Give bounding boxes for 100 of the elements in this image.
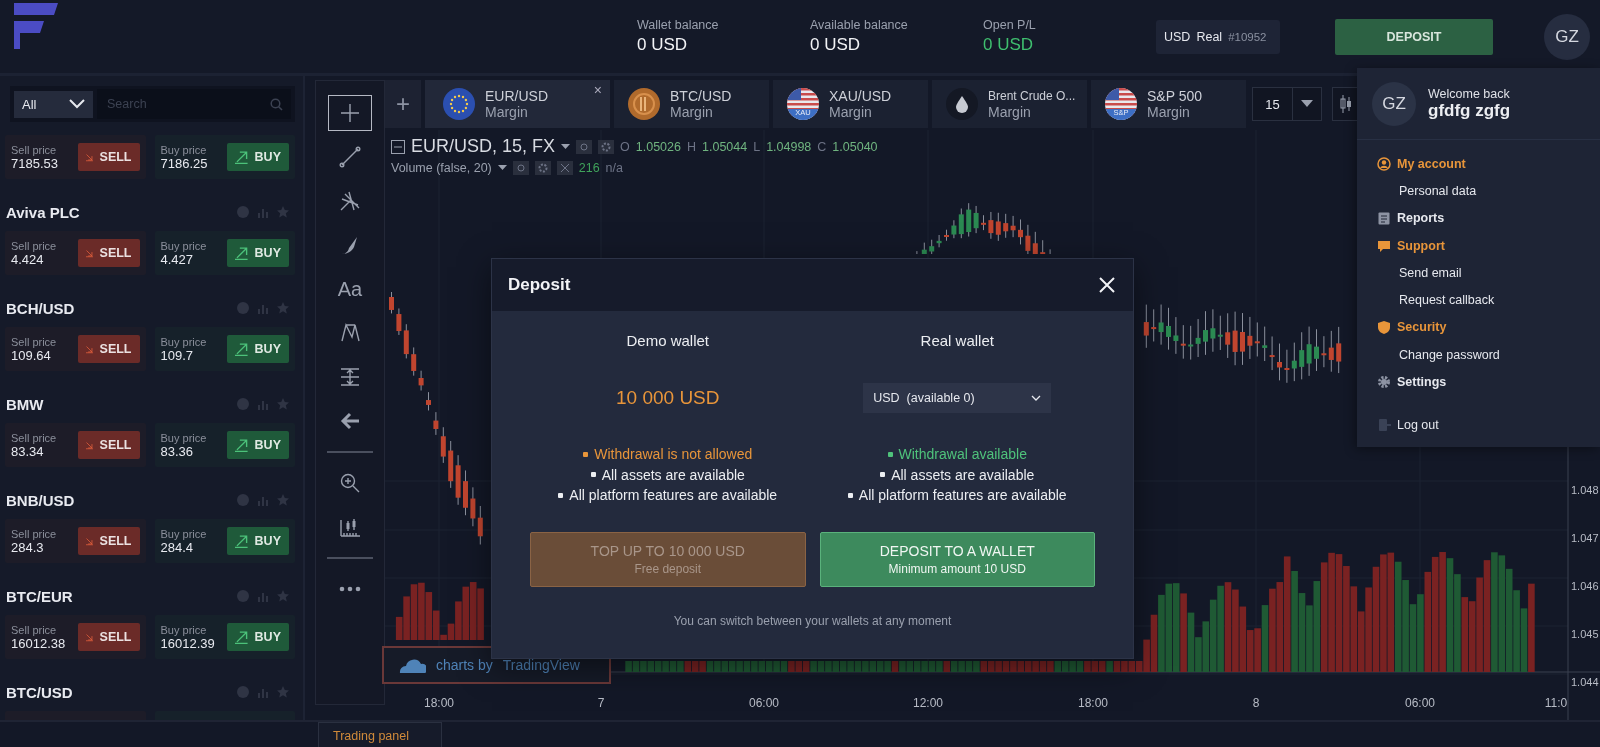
- feature-text: Withdrawal available: [898, 445, 1027, 464]
- asset-name: Aviva PLC: [6, 203, 80, 221]
- tab-type: Margin: [485, 104, 529, 120]
- price-label: Sell price: [11, 527, 58, 540]
- price-value: 284.3: [11, 539, 44, 555]
- price-label: Buy price: [160, 527, 208, 540]
- wallet-dropdown[interactable]: USD (available 0): [863, 383, 1052, 413]
- menu-item[interactable]: My account: [1377, 150, 1600, 178]
- tab-symbol: S&P 500: [1147, 88, 1202, 104]
- asset-name: BNB/USD: [6, 491, 75, 509]
- time-axis-label: 06:00: [1405, 696, 1435, 710]
- asset-name: BTC/USD: [6, 683, 73, 701]
- sell-button[interactable]: SELL: [77, 335, 140, 363]
- add-tab-button[interactable]: +: [385, 80, 421, 128]
- avatar-icon: GZ: [1372, 81, 1416, 126]
- feature-text: Withdrawal is not allowed: [594, 445, 753, 464]
- tab-type: Margin: [1147, 104, 1191, 120]
- buy-button[interactable]: BUY: [227, 431, 289, 459]
- price-value: 7186.25: [160, 155, 209, 171]
- price-label: Buy price: [160, 623, 208, 636]
- search-field[interactable]: Search: [97, 89, 291, 119]
- chart-tab[interactable]: BTC/USD Margin: [614, 80, 769, 128]
- price-value: 109.7: [160, 347, 194, 363]
- account-selector[interactable]: USD Real #10952: [1156, 19, 1280, 54]
- chart-tab[interactable]: EUR/USD Margin ×: [425, 80, 610, 128]
- balance-label: Open P/L: [983, 18, 1037, 32]
- chart-tab[interactable]: Brent Crude O... Margin: [932, 80, 1087, 128]
- avatar-button[interactable]: GZ: [1544, 13, 1590, 60]
- deposit-wallet-button[interactable]: DEPOSIT TO A WALLET Minimum amount 10 USD: [819, 531, 1095, 587]
- menu-item[interactable]: Support: [1377, 231, 1600, 260]
- menu-item[interactable]: Security: [1377, 313, 1600, 342]
- dialog-title: Deposit: [508, 275, 571, 295]
- feature-text: All assets are available: [891, 465, 1035, 485]
- price-value: 16012.38: [11, 635, 67, 651]
- price-label: Sell price: [11, 143, 58, 156]
- interval-selector[interactable]: 15: [1252, 87, 1322, 121]
- balance-label: Available balance: [810, 18, 909, 32]
- time-axis-label: 8: [1252, 696, 1260, 710]
- text-tool-button[interactable]: Aa: [331, 271, 369, 307]
- menu-item[interactable]: Reports: [1377, 204, 1600, 232]
- price-label: Sell price: [11, 335, 58, 348]
- buy-button[interactable]: BUY: [227, 143, 289, 171]
- asset-name: BCH/USD: [6, 299, 75, 317]
- balance-value: 0 USD: [637, 35, 689, 55]
- price-label: Buy price: [160, 143, 208, 156]
- volume-extra: n/a: [605, 161, 623, 175]
- price-axis-label: 1.045: [1571, 628, 1599, 640]
- volume-value: 216: [578, 161, 600, 175]
- submenu-item[interactable]: Send email: [1377, 259, 1600, 287]
- feature-text: All platform features are available: [858, 486, 1067, 505]
- volume-label[interactable]: Volume (false, 20): [391, 161, 492, 175]
- price-label: Buy price: [160, 335, 208, 348]
- close-tab-button[interactable]: ×: [593, 82, 602, 98]
- ohlc-key: L: [753, 139, 761, 154]
- price-axis-label: 1.048: [1571, 484, 1599, 496]
- time-axis-label: 11:0: [1544, 696, 1568, 710]
- submenu-item[interactable]: Personal data: [1377, 177, 1600, 205]
- filter-dropdown[interactable]: All: [14, 90, 93, 118]
- price-axis-label: 1.044: [1571, 676, 1599, 688]
- search-input[interactable]: Search: [105, 96, 270, 112]
- wallet-switch-note: You can switch between your wallets at any moment: [672, 613, 953, 628]
- price-label: Sell price: [11, 239, 58, 252]
- price-label: Buy price: [160, 239, 208, 252]
- balance-value: 0 USD: [983, 35, 1035, 55]
- sell-button[interactable]: SELL: [77, 431, 140, 459]
- asset-name: BTC/EUR: [6, 587, 73, 605]
- sell-button[interactable]: SELL: [77, 143, 140, 171]
- demo-balance: 10 000 USD: [616, 387, 720, 409]
- trading-panel-tab[interactable]: Trading panel: [318, 722, 442, 747]
- tab-type: Margin: [988, 104, 1032, 120]
- price-value: 284.4: [160, 539, 194, 555]
- sell-button[interactable]: SELL: [77, 527, 140, 555]
- price-value: 16012.39: [160, 635, 216, 651]
- ohlc-value: 1.05044: [702, 139, 748, 154]
- tab-symbol: EUR/USD: [485, 88, 548, 104]
- wallet-title: Real wallet: [920, 331, 994, 351]
- buy-button[interactable]: BUY: [227, 335, 289, 363]
- deposit-button[interactable]: DEPOSIT: [1335, 18, 1493, 55]
- buy-button[interactable]: BUY: [227, 623, 289, 651]
- buy-button[interactable]: BUY: [227, 239, 289, 267]
- menu-item[interactable]: Log out: [1377, 411, 1600, 439]
- tab-type: Margin: [670, 104, 714, 120]
- greeting-text: Welcome back: [1428, 86, 1511, 101]
- price-value: 4.427: [160, 251, 194, 267]
- buy-button[interactable]: BUY: [227, 527, 289, 555]
- sell-button[interactable]: SELL: [77, 239, 140, 267]
- time-axis-label: 18:00: [424, 696, 454, 710]
- time-axis-label: 06:00: [749, 696, 779, 710]
- submenu-item[interactable]: Request callback: [1377, 286, 1600, 314]
- tab-symbol: Brent Crude O...: [988, 88, 1076, 104]
- submenu-item[interactable]: Change password: [1377, 341, 1600, 369]
- tab-symbol: BTC/USD: [670, 88, 732, 104]
- ohlc-key: O: [620, 139, 630, 154]
- chart-title[interactable]: EUR/USD, 15, FX: [411, 136, 556, 157]
- menu-item[interactable]: Settings: [1377, 368, 1600, 396]
- sell-button[interactable]: SELL: [77, 623, 140, 651]
- price-value: 83.34: [11, 443, 44, 459]
- ohlc-value: 1.05040: [832, 139, 878, 154]
- price-axis-label: 1.047: [1571, 532, 1599, 544]
- time-axis-label: 12:00: [913, 696, 943, 710]
